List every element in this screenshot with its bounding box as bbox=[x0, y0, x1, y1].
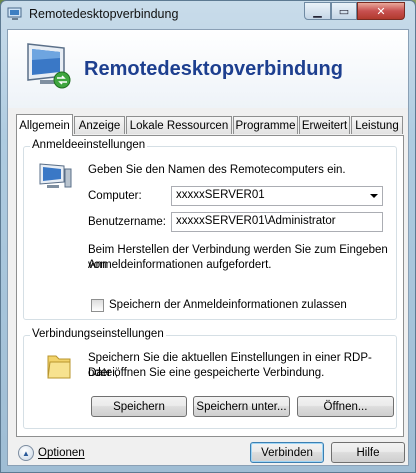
credentials-info-line2: Anmeldeinformationen aufgefordert. bbox=[88, 259, 272, 271]
tab-panel-allgemein: Anmeldeeinstellungen Geben Sie den Namen… bbox=[16, 135, 404, 437]
folder-icon bbox=[47, 355, 71, 379]
save-credentials-label[interactable]: Speichern der Anmeldeinformationen zulas… bbox=[109, 298, 347, 313]
options-toggle[interactable]: Optionen bbox=[38, 446, 85, 461]
computer-value: xxxxxSERVER01 bbox=[176, 189, 265, 201]
header-banner: Remotedesktopverbindung bbox=[8, 30, 408, 108]
logon-settings-label: Anmeldeeinstellungen bbox=[30, 139, 148, 151]
connection-text-line2: oder öffnen Sie eine gespeicherte Verbin… bbox=[88, 367, 325, 379]
save-credentials-checkbox[interactable] bbox=[91, 299, 104, 312]
save-as-button[interactable]: Speichern unter... bbox=[193, 396, 290, 417]
tab-leistung[interactable]: Leistung bbox=[351, 116, 403, 134]
computer-combobox[interactable]: xxxxxSERVER01 bbox=[171, 186, 383, 206]
username-value: xxxxxSERVER01\Administrator bbox=[176, 215, 336, 227]
help-button[interactable]: Hilfe bbox=[331, 442, 405, 463]
remote-desktop-banner-icon bbox=[27, 43, 71, 89]
tab-strip: Allgemein Anzeige Lokale Ressourcen Prog… bbox=[16, 114, 404, 136]
tab-lokale-ressourcen[interactable]: Lokale Ressourcen bbox=[126, 116, 232, 134]
remote-desktop-icon bbox=[7, 7, 22, 20]
logon-settings-group: Anmeldeeinstellungen Geben Sie den Namen… bbox=[23, 139, 397, 320]
banner-title: Remotedesktopverbindung bbox=[84, 58, 343, 80]
logon-instruction: Geben Sie den Namen des Remotecomputers … bbox=[88, 164, 346, 176]
tab-allgemein[interactable]: Allgemein bbox=[16, 114, 73, 136]
rdp-window: Remotedesktopverbindung ▁ ▭ ✕ Remotedesk… bbox=[0, 0, 416, 473]
chevron-down-icon[interactable] bbox=[370, 194, 378, 198]
chevron-up-icon[interactable]: ▲ bbox=[18, 445, 34, 461]
tab-anzeige[interactable]: Anzeige bbox=[74, 116, 125, 134]
minimize-button[interactable]: ▁ bbox=[304, 2, 331, 20]
save-button[interactable]: Speichern bbox=[91, 396, 187, 417]
tab-programme[interactable]: Programme bbox=[233, 116, 298, 134]
username-field[interactable]: xxxxxSERVER01\Administrator bbox=[171, 212, 383, 232]
title-bar[interactable]: Remotedesktopverbindung ▁ ▭ ✕ bbox=[1, 1, 415, 29]
dialog-client-area: Remotedesktopverbindung Allgemein Anzeig… bbox=[7, 29, 409, 466]
connection-settings-label: Verbindungseinstellungen bbox=[30, 328, 166, 340]
maximize-button[interactable]: ▭ bbox=[331, 2, 357, 20]
computer-label: Computer: bbox=[88, 190, 142, 202]
tab-erweitert[interactable]: Erweitert bbox=[299, 116, 350, 134]
open-button[interactable]: Öffnen... bbox=[297, 396, 394, 417]
connect-button[interactable]: Verbinden bbox=[250, 442, 324, 463]
window-title: Remotedesktopverbindung bbox=[29, 7, 179, 21]
username-label: Benutzername: bbox=[88, 216, 166, 228]
computer-icon bbox=[39, 163, 72, 188]
connection-settings-group: Verbindungseinstellungen Speichern Sie d… bbox=[23, 328, 397, 429]
close-button[interactable]: ✕ bbox=[357, 2, 405, 20]
